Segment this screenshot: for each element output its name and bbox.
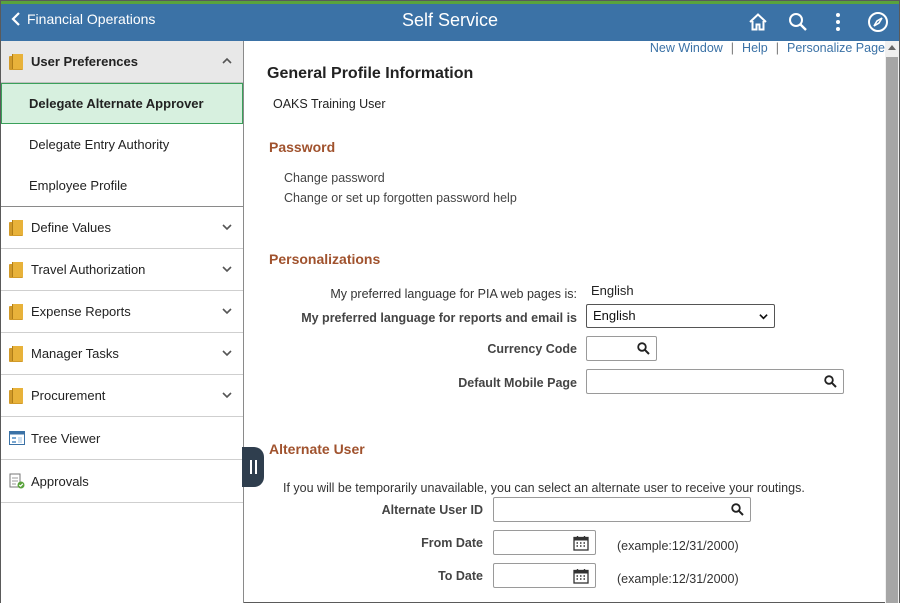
- from-date-label: From Date: [421, 536, 483, 550]
- report-language-select[interactable]: English: [586, 304, 775, 328]
- more-options-icon[interactable]: [823, 7, 853, 37]
- chevron-down-icon: [222, 266, 232, 273]
- top-banner: Financial Operations Self Service: [1, 1, 899, 41]
- page-title: General Profile Information: [267, 65, 474, 82]
- to-date-field[interactable]: [493, 563, 596, 588]
- lookup-search-icon[interactable]: [731, 503, 744, 516]
- folder-icon: [9, 219, 23, 236]
- left-navigation-panel: User Preferences Delegate Alternate Appr…: [1, 41, 244, 603]
- folder-icon: [9, 261, 23, 278]
- main-content: New Window | Help | Personalize Page General…: [245, 41, 885, 603]
- to-date-example: (example:12/31/2000): [617, 572, 739, 586]
- scrollbar-thumb[interactable]: [886, 57, 898, 603]
- forgotten-password-help-link[interactable]: Change or set up forgotten password help: [284, 191, 517, 205]
- lookup-search-icon[interactable]: [824, 375, 837, 388]
- sidebar-group-label: Travel Authorization: [31, 262, 146, 277]
- change-password-link[interactable]: Change password: [284, 171, 385, 185]
- pia-language-value: English: [591, 283, 634, 298]
- lookup-search-icon[interactable]: [637, 342, 650, 355]
- from-date-example: (example:12/31/2000): [617, 539, 739, 553]
- alternate-user-id-label: Alternate User ID: [381, 503, 483, 517]
- sidebar-group-label: Define Values: [31, 220, 111, 235]
- password-heading: Password: [269, 139, 336, 155]
- calendar-icon[interactable]: [573, 535, 589, 551]
- sidebar-item-delegate-alternate-approver[interactable]: Delegate Alternate Approver: [1, 83, 243, 124]
- help-link[interactable]: Help: [742, 41, 768, 55]
- currency-code-label: Currency Code: [487, 342, 577, 356]
- new-window-link[interactable]: New Window: [650, 41, 723, 55]
- sidebar-group-user-preferences[interactable]: User Preferences: [1, 41, 243, 83]
- sidebar-item-employee-profile[interactable]: Employee Profile: [1, 165, 243, 206]
- folder-icon: [9, 53, 23, 70]
- sidebar-item-delegate-entry-authority[interactable]: Delegate Entry Authority: [1, 124, 243, 165]
- sidebar-item-label: Tree Viewer: [31, 430, 101, 446]
- sidebar-group-procurement[interactable]: Procurement: [1, 375, 243, 417]
- chevron-down-icon: [759, 314, 768, 320]
- sidebar-group-label: Procurement: [31, 388, 106, 403]
- sidebar-group-travel-authorization[interactable]: Travel Authorization: [1, 249, 243, 291]
- folder-icon: [9, 303, 23, 320]
- navbar-icon[interactable]: [863, 7, 893, 37]
- sidebar-group-manager-tasks[interactable]: Manager Tasks: [1, 333, 243, 375]
- page-links: New Window | Help | Personalize Page: [649, 41, 885, 55]
- approvals-icon: [9, 473, 25, 489]
- sidebar-item-tree-viewer[interactable]: Tree Viewer: [1, 417, 243, 460]
- report-language-selected: English: [593, 308, 636, 323]
- from-date-field[interactable]: [493, 530, 596, 555]
- chevron-down-icon: [222, 392, 232, 399]
- personalize-page-link[interactable]: Personalize Page: [787, 41, 885, 55]
- vertical-scrollbar[interactable]: [885, 41, 899, 603]
- sidebar-group-label: User Preferences: [31, 54, 138, 69]
- currency-code-field[interactable]: [586, 336, 657, 361]
- alternate-user-heading: Alternate User: [269, 441, 365, 457]
- chevron-up-icon: [222, 57, 232, 64]
- folder-icon: [9, 387, 23, 404]
- to-date-label: To Date: [438, 569, 483, 583]
- sidebar-group-define-values[interactable]: Define Values: [1, 207, 243, 249]
- sidebar-item-label: Approvals: [31, 473, 89, 489]
- chevron-down-icon: [222, 224, 232, 231]
- chevron-down-icon: [222, 350, 232, 357]
- search-icon[interactable]: [783, 7, 813, 37]
- sidebar-group-label: Expense Reports: [31, 304, 131, 319]
- default-mobile-page-label: Default Mobile Page: [458, 376, 577, 390]
- alternate-user-id-field[interactable]: [493, 497, 751, 522]
- sidebar-group-label: Manager Tasks: [31, 346, 119, 361]
- personalizations-heading: Personalizations: [269, 251, 381, 267]
- default-mobile-page-field[interactable]: [586, 369, 844, 394]
- sidebar-item-approvals[interactable]: Approvals: [1, 460, 243, 503]
- chevron-down-icon: [222, 308, 232, 315]
- calendar-icon[interactable]: [573, 568, 589, 584]
- folder-icon: [9, 345, 23, 362]
- report-language-label: My preferred language for reports and em…: [301, 311, 577, 325]
- user-name: OAKS Training User: [273, 97, 386, 111]
- tree-viewer-icon: [9, 431, 25, 445]
- pia-language-label: My preferred language for PIA web pages …: [330, 287, 577, 301]
- scroll-up-arrow-icon[interactable]: [888, 45, 896, 50]
- alternate-user-description: If you will be temporarily unavailable, …: [283, 481, 805, 495]
- sidebar-group-expense-reports[interactable]: Expense Reports: [1, 291, 243, 333]
- home-icon[interactable]: [743, 7, 773, 37]
